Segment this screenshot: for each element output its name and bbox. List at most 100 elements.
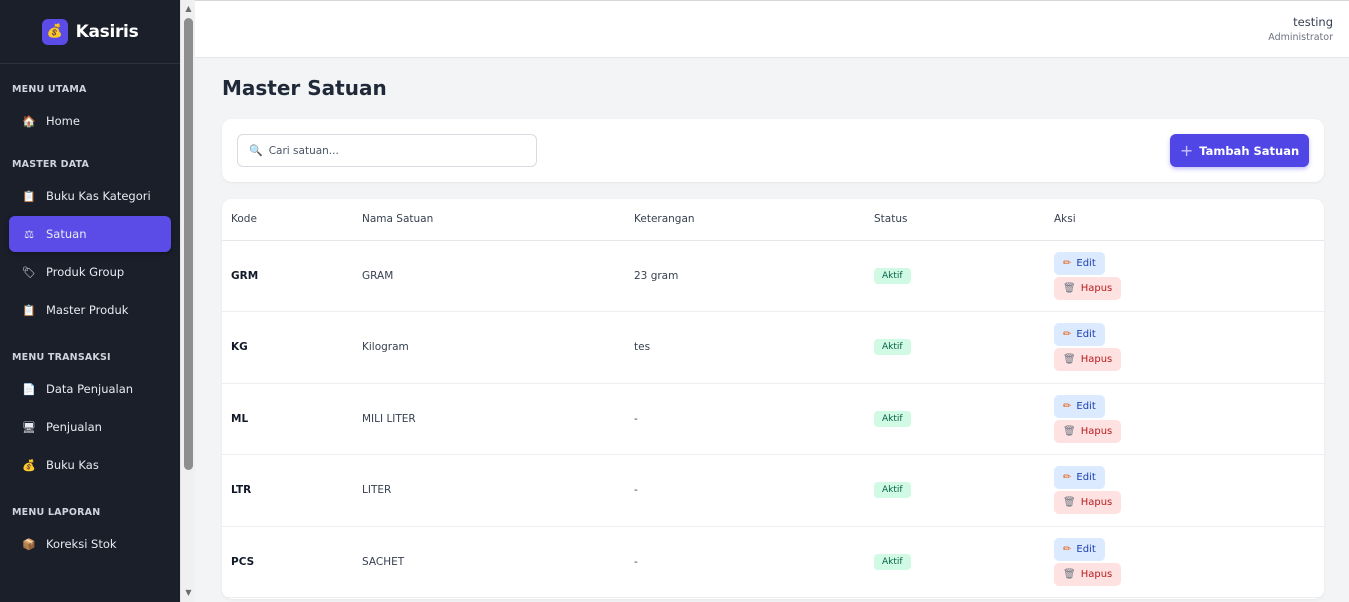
edit-label: Edit [1076,400,1096,412]
trash-icon: 🗑 [1063,497,1076,509]
cell-status: Aktif [874,454,1054,527]
sidebar: 💰 Kasiris MENU UTAMA 🏠 Home MASTER DATA … [0,0,180,602]
row-actions: ✏ Edit 🗑 Hapus [1054,466,1324,515]
cell-aksi: ✏ Edit 🗑 Hapus [1054,526,1324,598]
cell-kode: PCS [222,526,362,598]
sidebar-item-satuan[interactable]: ⚖ Satuan [9,216,171,252]
cell-nama-satuan: Kilogram [362,311,634,384]
sidebar-item-home[interactable]: 🏠 Home [9,103,171,139]
clipboard-icon: 📋 [22,303,36,317]
tag-icon: 🏷 [22,265,36,279]
hapus-button[interactable]: 🗑 Hapus [1054,419,1122,443]
satuan-table-card: Kode Nama Satuan Keterangan Status Aksi … [222,199,1324,599]
sidebar-item-buku-kas-kategori[interactable]: 📋 Buku Kas Kategori [9,178,171,214]
edit-button[interactable]: ✏ Edit [1054,251,1105,275]
cell-kode: ML [222,383,362,455]
cell-kode: LTR [222,454,362,527]
cell-aksi: ✏ Edit 🗑 Hapus [1054,454,1324,527]
sidebar-item-produk-group[interactable]: 🏷 Produk Group [9,254,171,290]
hapus-label: Hapus [1080,282,1113,294]
row-actions: ✏ Edit 🗑 Hapus [1054,537,1324,586]
row-actions: ✏ Edit 🗑 Hapus [1054,323,1324,372]
cell-status: Aktif [874,526,1054,598]
toolbar-card: 🔍 + Tambah Satuan [222,119,1324,182]
sidebar-item-master-produk[interactable]: 📋 Master Produk [9,292,171,328]
sidebar-item-penjualan[interactable]: 🖥 Penjualan [9,409,171,445]
hapus-label: Hapus [1080,425,1113,437]
money-bag-icon: 💰 [22,458,36,472]
monitor-icon: 🖥 [22,420,36,434]
box-icon: 📦 [22,537,36,551]
cell-keterangan: - [634,526,874,598]
scroll-down-arrow-icon[interactable]: ▼ [181,586,196,600]
page-title: Master Satuan [222,76,387,100]
scroll-up-arrow-icon[interactable]: ▲ [181,2,196,16]
cell-nama-satuan: GRAM [362,240,634,312]
status-badge: Aktif [874,553,911,570]
status-badge: Aktif [874,267,911,284]
hapus-button[interactable]: 🗑 Hapus [1054,348,1122,372]
clipboard-icon: 📋 [22,189,36,203]
header-status[interactable]: Status [874,199,1054,241]
section-title: MENU UTAMA [12,84,87,95]
cell-nama-satuan: MILI LITER [362,383,634,455]
sidebar-item-label: Satuan [46,227,87,241]
sidebar-item-label: Produk Group [46,265,125,279]
cell-status: Aktif [874,311,1054,384]
user-menu[interactable]: testing Administrator [1268,15,1333,43]
hapus-button[interactable]: 🗑 Hapus [1054,562,1122,586]
sidebar-item-label: Home [46,114,80,128]
status-badge: Aktif [874,482,911,499]
hapus-label: Hapus [1080,568,1113,580]
sidebar-scrollbar[interactable]: ▲ ▼ [180,0,195,602]
menu-section-transaksi: MENU TRANSAKSI 📄 Data Penjualan 🖥 Penjua… [0,330,180,483]
trash-icon: 🗑 [1063,425,1076,437]
edit-button[interactable]: ✏ Edit [1054,466,1105,490]
cell-keterangan: 23 gram [634,240,874,312]
cell-status: Aktif [874,383,1054,455]
satuan-table: Kode Nama Satuan Keterangan Status Aksi … [222,199,1324,598]
scroll-thumb[interactable] [184,18,193,470]
plus-icon: + [1179,140,1194,160]
header-kode[interactable]: Kode [222,199,362,241]
cell-status: Aktif [874,240,1054,312]
scale-icon: ⚖ [24,227,34,241]
edit-button[interactable]: ✏ Edit [1054,323,1105,347]
edit-button[interactable]: ✏ Edit [1054,537,1105,561]
pencil-icon: ✏ [1063,543,1072,555]
pencil-icon: ✏ [1063,329,1072,341]
add-satuan-button[interactable]: + Tambah Satuan [1170,134,1309,167]
search-input[interactable] [268,144,519,157]
home-icon: 🏠 [22,114,36,128]
brand[interactable]: 💰 Kasiris [0,0,180,64]
cell-nama-satuan: SACHET [362,526,634,598]
edit-label: Edit [1076,257,1096,269]
user-name: testing [1293,15,1333,29]
header-keterangan[interactable]: Keterangan [634,199,874,241]
pencil-icon: ✏ [1063,400,1072,412]
sidebar-item-koreksi-stok[interactable]: 📦 Koreksi Stok [9,526,171,562]
table-row: LTR LITER - Aktif ✏ Edit 🗑 Hapus [222,454,1324,527]
pencil-icon: ✏ [1063,472,1072,484]
sidebar-item-data-penjualan[interactable]: 📄 Data Penjualan [9,371,171,407]
hapus-label: Hapus [1080,354,1113,366]
hapus-button[interactable]: 🗑 Hapus [1054,276,1122,300]
topbar: testing Administrator [195,0,1349,58]
brand-name: Kasiris [75,21,139,42]
sidebar-item-label: Koreksi Stok [46,537,117,551]
sidebar-item-label: Penjualan [46,420,102,434]
cell-aksi: ✏ Edit 🗑 Hapus [1054,240,1324,312]
trash-icon: 🗑 [1063,354,1076,366]
money-bag-icon: 💰 [41,18,68,45]
header-nama-satuan[interactable]: Nama Satuan [362,199,634,241]
header-aksi: Aksi [1054,199,1324,241]
cell-kode: KG [222,311,362,384]
edit-button[interactable]: ✏ Edit [1054,394,1105,418]
app-root: 💰 Kasiris MENU UTAMA 🏠 Home MASTER DATA … [0,0,1349,602]
search-box[interactable]: 🔍 [237,134,537,167]
sidebar-item-buku-kas[interactable]: 💰 Buku Kas [9,447,171,483]
sidebar-item-label: Buku Kas [46,458,99,472]
menu-section-laporan: MENU LAPORAN 📦 Koreksi Stok [0,485,180,562]
section-title: MASTER DATA [12,159,90,170]
hapus-button[interactable]: 🗑 Hapus [1054,491,1122,515]
